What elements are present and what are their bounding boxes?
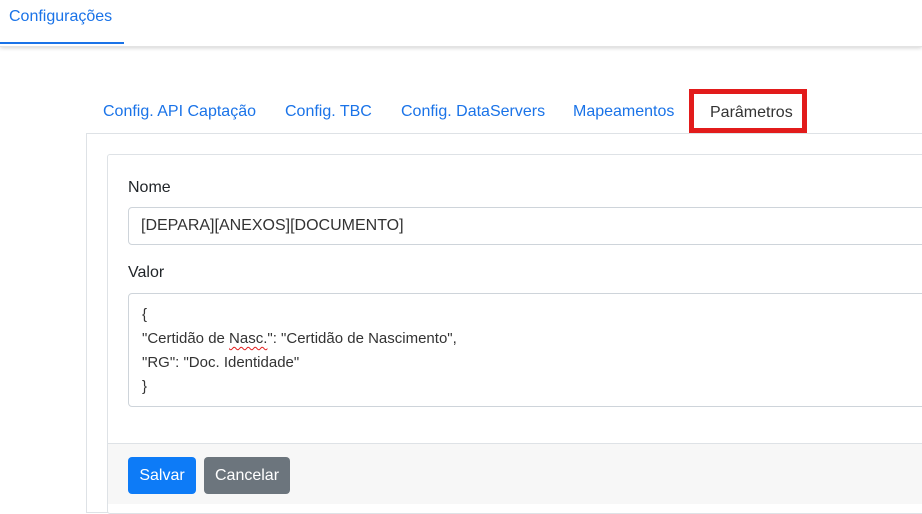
value-line-2: "Certidão de Nasc.": "Certidão de Nascim… <box>142 327 922 351</box>
value-line-1: { <box>142 306 148 323</box>
cancel-button[interactable]: Cancelar <box>204 457 290 494</box>
tab-config-api-captacao[interactable]: Config. API Captação <box>103 103 256 121</box>
nav-tab-configuracoes[interactable]: Configurações <box>0 0 124 44</box>
value-label: Valor <box>128 264 165 281</box>
save-button[interactable]: Salvar <box>128 457 196 494</box>
value-line-2-part-a: "Certidão de <box>142 330 230 347</box>
value-line-3: "RG": "Doc. Identidade" <box>142 354 300 371</box>
value-line-2-part-c: ": "Certidão de Nascimento", <box>267 330 457 347</box>
value-textarea[interactable]: { "Certidão de Nasc.": "Certidão de Nasc… <box>128 293 922 407</box>
tab-mapeamentos[interactable]: Mapeamentos <box>573 103 674 121</box>
top-navbar: Configurações <box>0 0 922 47</box>
value-line-4: } <box>142 378 148 395</box>
nav-tab-label: Configurações <box>9 8 113 25</box>
tab-config-dataservers[interactable]: Config. DataServers <box>401 103 545 121</box>
name-label: Nome <box>128 179 171 196</box>
spellcheck-underlined-word: Nasc. <box>229 330 268 347</box>
name-input[interactable]: [DEPARA][ANEXOS][DOCUMENTO] <box>128 207 922 245</box>
tab-parametros[interactable]: Parâmetros <box>710 104 793 122</box>
tab-config-tbc[interactable]: Config. TBC <box>285 103 372 121</box>
